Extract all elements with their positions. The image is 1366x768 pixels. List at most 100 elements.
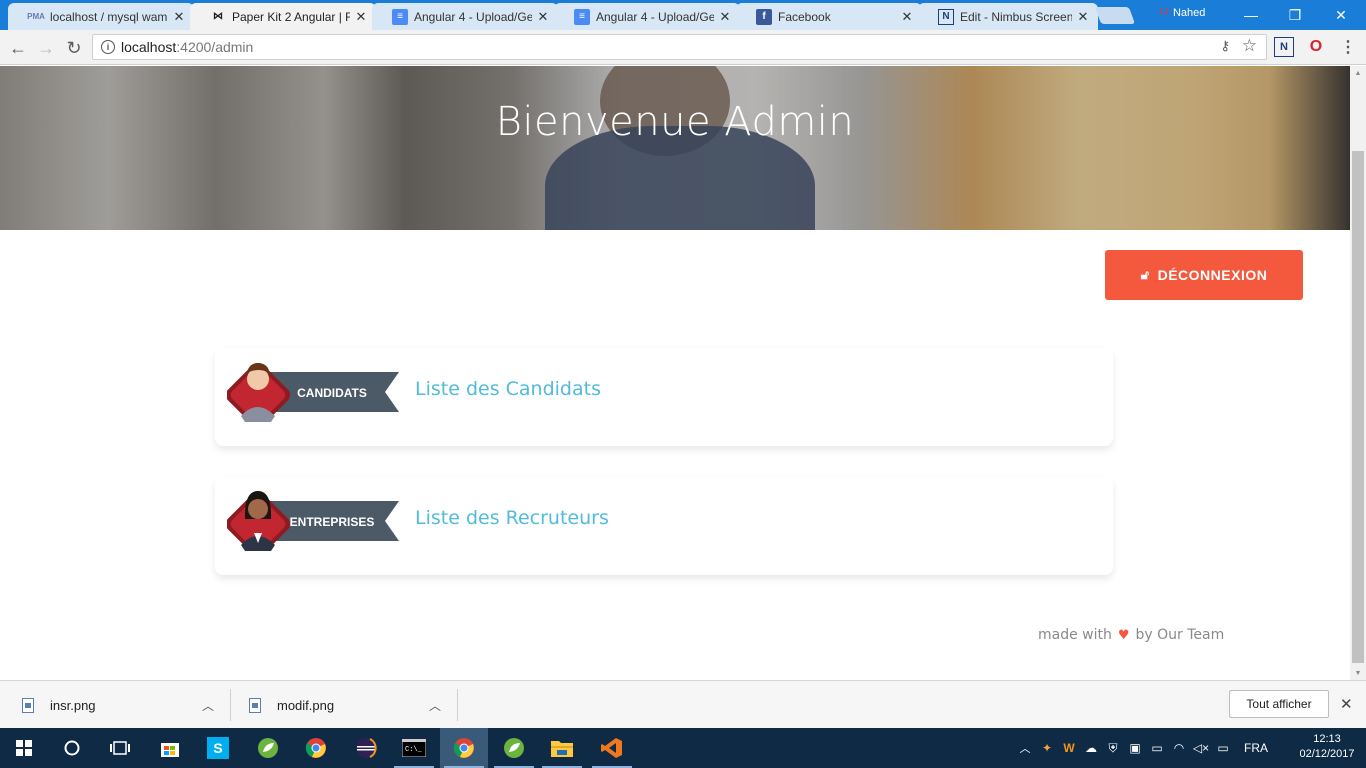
clock[interactable]: 12:13 02/12/2017 bbox=[1296, 732, 1358, 762]
page-viewport: Bienvenue Admin 🔓︎ DÉCONNEXION CANDIDATS… bbox=[0, 66, 1350, 680]
eclipse-app[interactable] bbox=[342, 728, 390, 768]
close-icon[interactable]: ✕ bbox=[718, 9, 732, 25]
monitor-icon[interactable]: ▭ bbox=[1146, 741, 1168, 755]
task-view-button[interactable] bbox=[96, 728, 144, 768]
store-icon bbox=[161, 743, 179, 757]
svg-text:C:\_: C:\_ bbox=[405, 746, 423, 754]
display-icon[interactable]: ▣ bbox=[1124, 741, 1146, 755]
facebook-icon: f bbox=[756, 8, 772, 25]
volume-mute-icon[interactable]: ◁× bbox=[1190, 741, 1212, 755]
tab-nimbus[interactable]: N Edit - Nimbus Screens ✕ bbox=[918, 3, 1098, 30]
profile-button[interactable]: ⁽ᐧ⁾ Nahed bbox=[1160, 6, 1205, 20]
spring-app[interactable] bbox=[244, 728, 292, 768]
candidates-list-link[interactable]: Liste des Candidats bbox=[415, 378, 601, 400]
hero-banner: Bienvenue Admin bbox=[0, 66, 1350, 230]
phpmyadmin-icon: PMA bbox=[27, 12, 45, 21]
opera-extension-icon[interactable]: O bbox=[1306, 37, 1326, 57]
tab-phpmyadmin[interactable]: PMA localhost / mysql wam ✕ bbox=[8, 3, 194, 30]
male-candidate-avatar bbox=[227, 362, 291, 422]
close-icon[interactable]: ✕ bbox=[536, 9, 550, 25]
wifi-icon[interactable]: ◠ bbox=[1168, 741, 1190, 755]
page-scrollbar[interactable]: ▲ ▼ bbox=[1350, 66, 1366, 680]
heart-icon: ♥ bbox=[1117, 627, 1130, 643]
close-icon[interactable]: ✕ bbox=[354, 9, 368, 25]
companies-badge[interactable]: ENTREPRISES bbox=[227, 485, 399, 551]
skype-app[interactable]: S bbox=[194, 728, 242, 768]
nimbus-icon: N bbox=[938, 8, 954, 25]
chrome-icon bbox=[453, 738, 474, 758]
profile-icon: ⁽ᐧ⁾ bbox=[1160, 6, 1169, 20]
spring-app-2[interactable] bbox=[490, 728, 538, 768]
spring-icon bbox=[258, 738, 278, 758]
image-file-icon bbox=[22, 697, 34, 713]
language-indicator[interactable]: FRA bbox=[1244, 741, 1270, 755]
forward-icon[interactable]: → bbox=[35, 37, 57, 59]
download-item[interactable]: modif.png ︿ bbox=[249, 681, 449, 729]
logout-button[interactable]: 🔓︎ DÉCONNEXION bbox=[1105, 250, 1303, 300]
star-icon[interactable]: ☆ bbox=[1242, 36, 1257, 56]
eclipse-icon bbox=[356, 738, 377, 758]
nimbus-extension-icon[interactable]: N bbox=[1274, 37, 1294, 57]
chevron-up-icon[interactable]: ︿ bbox=[202, 697, 214, 714]
search-button[interactable] bbox=[48, 728, 96, 768]
candidates-badge[interactable]: CANDIDATS bbox=[227, 356, 399, 422]
chevron-up-icon[interactable]: ︿ bbox=[1018, 740, 1032, 756]
xampp-icon[interactable]: ✦ bbox=[1036, 741, 1058, 755]
browser-tabstrip: PMA localhost / mysql wam ✕ ⋈ Paper Kit … bbox=[0, 0, 1366, 30]
battery-icon[interactable]: ▭ bbox=[1212, 741, 1234, 755]
svg-text:ENTREPRISES: ENTREPRISES bbox=[290, 515, 375, 529]
chrome-app[interactable] bbox=[292, 728, 340, 768]
system-tray: ︿ ✦ W ☁ ⛨ ▣ ▭ ◠ ◁× ▭ FRA bbox=[1018, 728, 1270, 768]
terminal-icon: C:\_ bbox=[402, 739, 426, 757]
terminal-app[interactable]: C:\_ bbox=[390, 728, 438, 768]
folder-icon bbox=[551, 741, 573, 757]
windows-taskbar: S C:\_ ︿ ✦ W ☁ ⛨ ▣ ▭ ◠ ◁× ▭ FRA 12:13 02… bbox=[0, 728, 1366, 768]
windows-icon bbox=[16, 740, 32, 756]
reload-icon[interactable]: ↻ bbox=[63, 37, 85, 59]
footer: made with ♥ by Our Team bbox=[1038, 627, 1225, 643]
menu-icon[interactable]: ⋮ bbox=[1338, 37, 1358, 57]
close-icon[interactable]: ✕ bbox=[1076, 9, 1090, 25]
cortana-icon bbox=[64, 740, 80, 756]
new-tab-button[interactable] bbox=[1094, 7, 1136, 24]
tab-angular-upload-2[interactable]: ≡ Angular 4 - Upload/Ge ✕ bbox=[554, 3, 740, 30]
bowtie-icon: ⋈ bbox=[213, 11, 223, 22]
download-item[interactable]: insr.png ︿ bbox=[22, 681, 222, 729]
close-icon[interactable]: ✕ bbox=[900, 9, 914, 25]
scroll-down-icon[interactable]: ▼ bbox=[1350, 666, 1366, 680]
lock-icon: 🔓︎ bbox=[1140, 267, 1150, 282]
svg-text:S: S bbox=[213, 740, 222, 756]
address-bar[interactable]: i localhost:4200/admin ⚷ ☆ bbox=[92, 34, 1267, 60]
back-icon[interactable]: ← bbox=[7, 37, 29, 59]
chevron-up-icon[interactable]: ︿ bbox=[429, 697, 441, 714]
wamp-icon[interactable]: W bbox=[1058, 741, 1080, 755]
scroll-up-icon[interactable]: ▲ bbox=[1350, 66, 1366, 80]
close-shelf-icon[interactable]: ✕ bbox=[1340, 695, 1353, 713]
onedrive-icon[interactable]: ☁ bbox=[1080, 741, 1102, 755]
task-view-icon bbox=[110, 741, 130, 755]
doc-icon: ≡ bbox=[574, 8, 590, 25]
info-icon[interactable]: i bbox=[101, 40, 115, 54]
chrome-app-active[interactable] bbox=[440, 728, 488, 768]
restore-button[interactable]: ❐ bbox=[1272, 0, 1318, 30]
minimize-button[interactable]: — bbox=[1228, 0, 1274, 30]
start-button[interactable] bbox=[0, 728, 48, 768]
file-explorer-app[interactable] bbox=[538, 728, 586, 768]
chrome-icon bbox=[305, 738, 326, 758]
spring-icon bbox=[504, 738, 524, 758]
candidates-card: CANDIDATS Liste des Candidats bbox=[215, 348, 1113, 446]
tab-angular-upload-1[interactable]: ≡ Angular 4 - Upload/Ge ✕ bbox=[372, 3, 558, 30]
female-recruiter-avatar bbox=[227, 491, 291, 551]
doc-icon: ≡ bbox=[392, 8, 408, 25]
show-all-downloads-button[interactable]: Tout afficher bbox=[1229, 690, 1329, 718]
recruiters-list-link[interactable]: Liste des Recruteurs bbox=[415, 507, 609, 529]
tab-facebook[interactable]: f Facebook ✕ bbox=[736, 3, 922, 30]
tab-paper-kit[interactable]: ⋈ Paper Kit 2 Angular | Fr ✕ bbox=[190, 3, 376, 30]
visual-studio-app[interactable] bbox=[588, 728, 636, 768]
store-app[interactable] bbox=[146, 728, 194, 768]
close-window-button[interactable]: ✕ bbox=[1318, 0, 1364, 30]
close-icon[interactable]: ✕ bbox=[172, 9, 186, 25]
scrollbar-thumb[interactable] bbox=[1352, 151, 1364, 663]
defender-icon[interactable]: ⛨ bbox=[1102, 741, 1124, 756]
key-icon[interactable]: ⚷ bbox=[1220, 38, 1230, 54]
